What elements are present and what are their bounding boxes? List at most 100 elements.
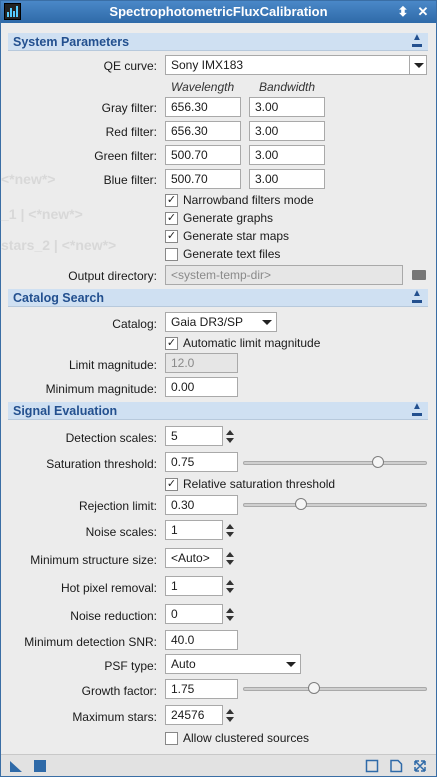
- noise-reduction-field[interactable]: 0: [165, 604, 223, 624]
- blue-filter-label: Blue filter:: [103, 173, 157, 187]
- narrowband-mode-checkbox[interactable]: ✓ Narrowband filters mode: [165, 193, 365, 209]
- rejection-limit-slider[interactable]: [243, 498, 427, 512]
- output-directory-field[interactable]: <system-temp-dir>: [165, 265, 403, 285]
- document-icon[interactable]: [389, 759, 403, 773]
- automatic-limit-magnitude-checkbox[interactable]: ✓ Automatic limit magnitude: [165, 336, 365, 352]
- minimum-structure-size-label: Minimum structure size:: [30, 553, 157, 567]
- noise-reduction-label: Noise reduction:: [70, 609, 157, 623]
- preview-square-icon[interactable]: [365, 759, 379, 773]
- chevron-down-icon: [409, 56, 426, 74]
- red-bandwidth-field[interactable]: 3.00: [249, 121, 325, 141]
- collapse-section-icon[interactable]: ▲ ▬: [410, 402, 424, 419]
- saturation-threshold-field[interactable]: 0.75: [165, 452, 238, 472]
- chevron-down-icon: [258, 313, 274, 331]
- bottom-toolbar: [1, 754, 436, 776]
- checkbox-box: ✓: [165, 337, 178, 350]
- section-title: Signal Evaluation: [13, 404, 118, 418]
- ghost-text-2: _1 | <*new*>: [1, 206, 83, 222]
- psf-type-label: PSF type:: [104, 659, 157, 673]
- saturation-threshold-label: Saturation threshold:: [46, 457, 157, 471]
- window-title: SpectrophotometricFluxCalibration: [109, 4, 328, 19]
- catalog-search-header[interactable]: Catalog Search ▲ ▬: [8, 289, 428, 307]
- green-bandwidth-field[interactable]: 3.00: [249, 145, 325, 165]
- chevron-down-icon: [282, 655, 298, 673]
- maximum-stars-label: Maximum stars:: [72, 710, 157, 724]
- catalog-select[interactable]: Gaia DR3/SP: [165, 312, 277, 332]
- catalog-value: Gaia DR3/SP: [171, 315, 244, 329]
- qe-curve-select[interactable]: Sony IMX183: [165, 55, 427, 75]
- collapse-section-icon[interactable]: ▲ ▬: [410, 33, 424, 50]
- shade-icon[interactable]: ⬍: [394, 3, 412, 21]
- system-parameters-header[interactable]: System Parameters ▲ ▬: [8, 33, 428, 51]
- detection-scales-field[interactable]: 5: [165, 426, 223, 446]
- limit-magnitude-field[interactable]: 12.0: [165, 353, 238, 373]
- checkbox-box: [165, 732, 178, 745]
- minimum-structure-size-field[interactable]: <Auto>: [165, 548, 223, 568]
- limit-magnitude-label: Limit magnitude:: [68, 358, 157, 372]
- minimum-magnitude-label: Minimum magnitude:: [45, 382, 157, 396]
- red-filter-label: Red filter:: [105, 125, 157, 139]
- growth-factor-field[interactable]: 1.75: [165, 679, 238, 699]
- blue-bandwidth-field[interactable]: 3.00: [249, 169, 325, 189]
- checkbox-box: ✓: [165, 212, 178, 225]
- slider-thumb[interactable]: [294, 498, 307, 510]
- reset-arrows-icon[interactable]: [413, 759, 427, 773]
- red-wavelength-field[interactable]: 656.30: [165, 121, 241, 141]
- wavelength-column-header: Wavelength: [171, 80, 235, 94]
- minimum-detection-snr-field[interactable]: 40.0: [165, 630, 238, 650]
- psf-type-select[interactable]: Auto: [165, 654, 301, 674]
- signal-evaluation-header[interactable]: Signal Evaluation ▲ ▬: [8, 402, 428, 420]
- close-icon[interactable]: ✕: [414, 3, 432, 21]
- section-title: Catalog Search: [13, 291, 105, 305]
- generate-star-maps-checkbox[interactable]: ✓ Generate star maps: [165, 229, 365, 245]
- gray-wavelength-field[interactable]: 656.30: [165, 97, 241, 117]
- hot-pixel-removal-spinner[interactable]: [224, 576, 238, 596]
- checkbox-box: [165, 248, 178, 261]
- gray-filter-label: Gray filter:: [101, 101, 157, 115]
- apply-global-square-icon[interactable]: [33, 759, 47, 773]
- detection-scales-spinner[interactable]: [224, 426, 238, 446]
- process-window: SpectrophotometricFluxCalibration ⬍ ✕ <*…: [0, 0, 437, 777]
- ghost-text-3: stars_2 | <*new*>: [1, 237, 117, 253]
- noise-scales-spinner[interactable]: [224, 520, 238, 540]
- relative-saturation-checkbox[interactable]: ✓ Relative saturation threshold: [165, 477, 385, 493]
- noise-scales-label: Noise scales:: [85, 525, 157, 539]
- noise-scales-field[interactable]: 1: [165, 520, 223, 540]
- slider-track: [243, 503, 427, 507]
- detection-scales-label: Detection scales:: [65, 431, 157, 445]
- slider-track: [243, 461, 427, 465]
- green-filter-label: Green filter:: [94, 149, 157, 163]
- checkbox-box: ✓: [165, 194, 178, 207]
- psf-type-value: Auto: [171, 657, 196, 671]
- green-wavelength-field[interactable]: 500.70: [165, 145, 241, 165]
- rejection-limit-field[interactable]: 0.30: [165, 495, 238, 515]
- collapse-section-icon[interactable]: ▲ ▬: [410, 289, 424, 306]
- rejection-limit-label: Rejection limit:: [78, 499, 157, 513]
- blue-wavelength-field[interactable]: 500.70: [165, 169, 241, 189]
- minimum-detection-snr-label: Minimum detection SNR:: [24, 635, 157, 649]
- new-instance-triangle-icon[interactable]: [9, 759, 23, 773]
- minimum-structure-size-spinner[interactable]: [224, 548, 238, 568]
- generate-text-files-checkbox[interactable]: Generate text files: [165, 247, 365, 263]
- allow-clustered-sources-checkbox[interactable]: Allow clustered sources: [165, 731, 365, 747]
- checkbox-box: ✓: [165, 478, 178, 491]
- growth-factor-slider[interactable]: [243, 682, 427, 696]
- title-bar[interactable]: SpectrophotometricFluxCalibration ⬍ ✕: [1, 1, 436, 23]
- minimum-magnitude-field[interactable]: 0.00: [165, 377, 238, 397]
- maximum-stars-field[interactable]: 24576: [165, 705, 223, 725]
- maximum-stars-spinner[interactable]: [224, 705, 238, 725]
- folder-icon[interactable]: [412, 270, 426, 280]
- slider-thumb[interactable]: [308, 682, 321, 694]
- generate-graphs-checkbox[interactable]: ✓ Generate graphs: [165, 211, 365, 227]
- section-title: System Parameters: [13, 35, 130, 49]
- saturation-threshold-slider[interactable]: [243, 456, 427, 470]
- hot-pixel-removal-field[interactable]: 1: [165, 576, 223, 596]
- bandwidth-column-header: Bandwidth: [259, 80, 316, 94]
- noise-reduction-spinner[interactable]: [224, 604, 238, 624]
- gray-bandwidth-field[interactable]: 3.00: [249, 97, 325, 117]
- catalog-label: Catalog:: [112, 317, 157, 331]
- qe-curve-label: QE curve:: [103, 59, 157, 73]
- checkbox-box: ✓: [165, 230, 178, 243]
- hot-pixel-removal-label: Hot pixel removal:: [60, 581, 157, 595]
- slider-thumb[interactable]: [372, 456, 384, 468]
